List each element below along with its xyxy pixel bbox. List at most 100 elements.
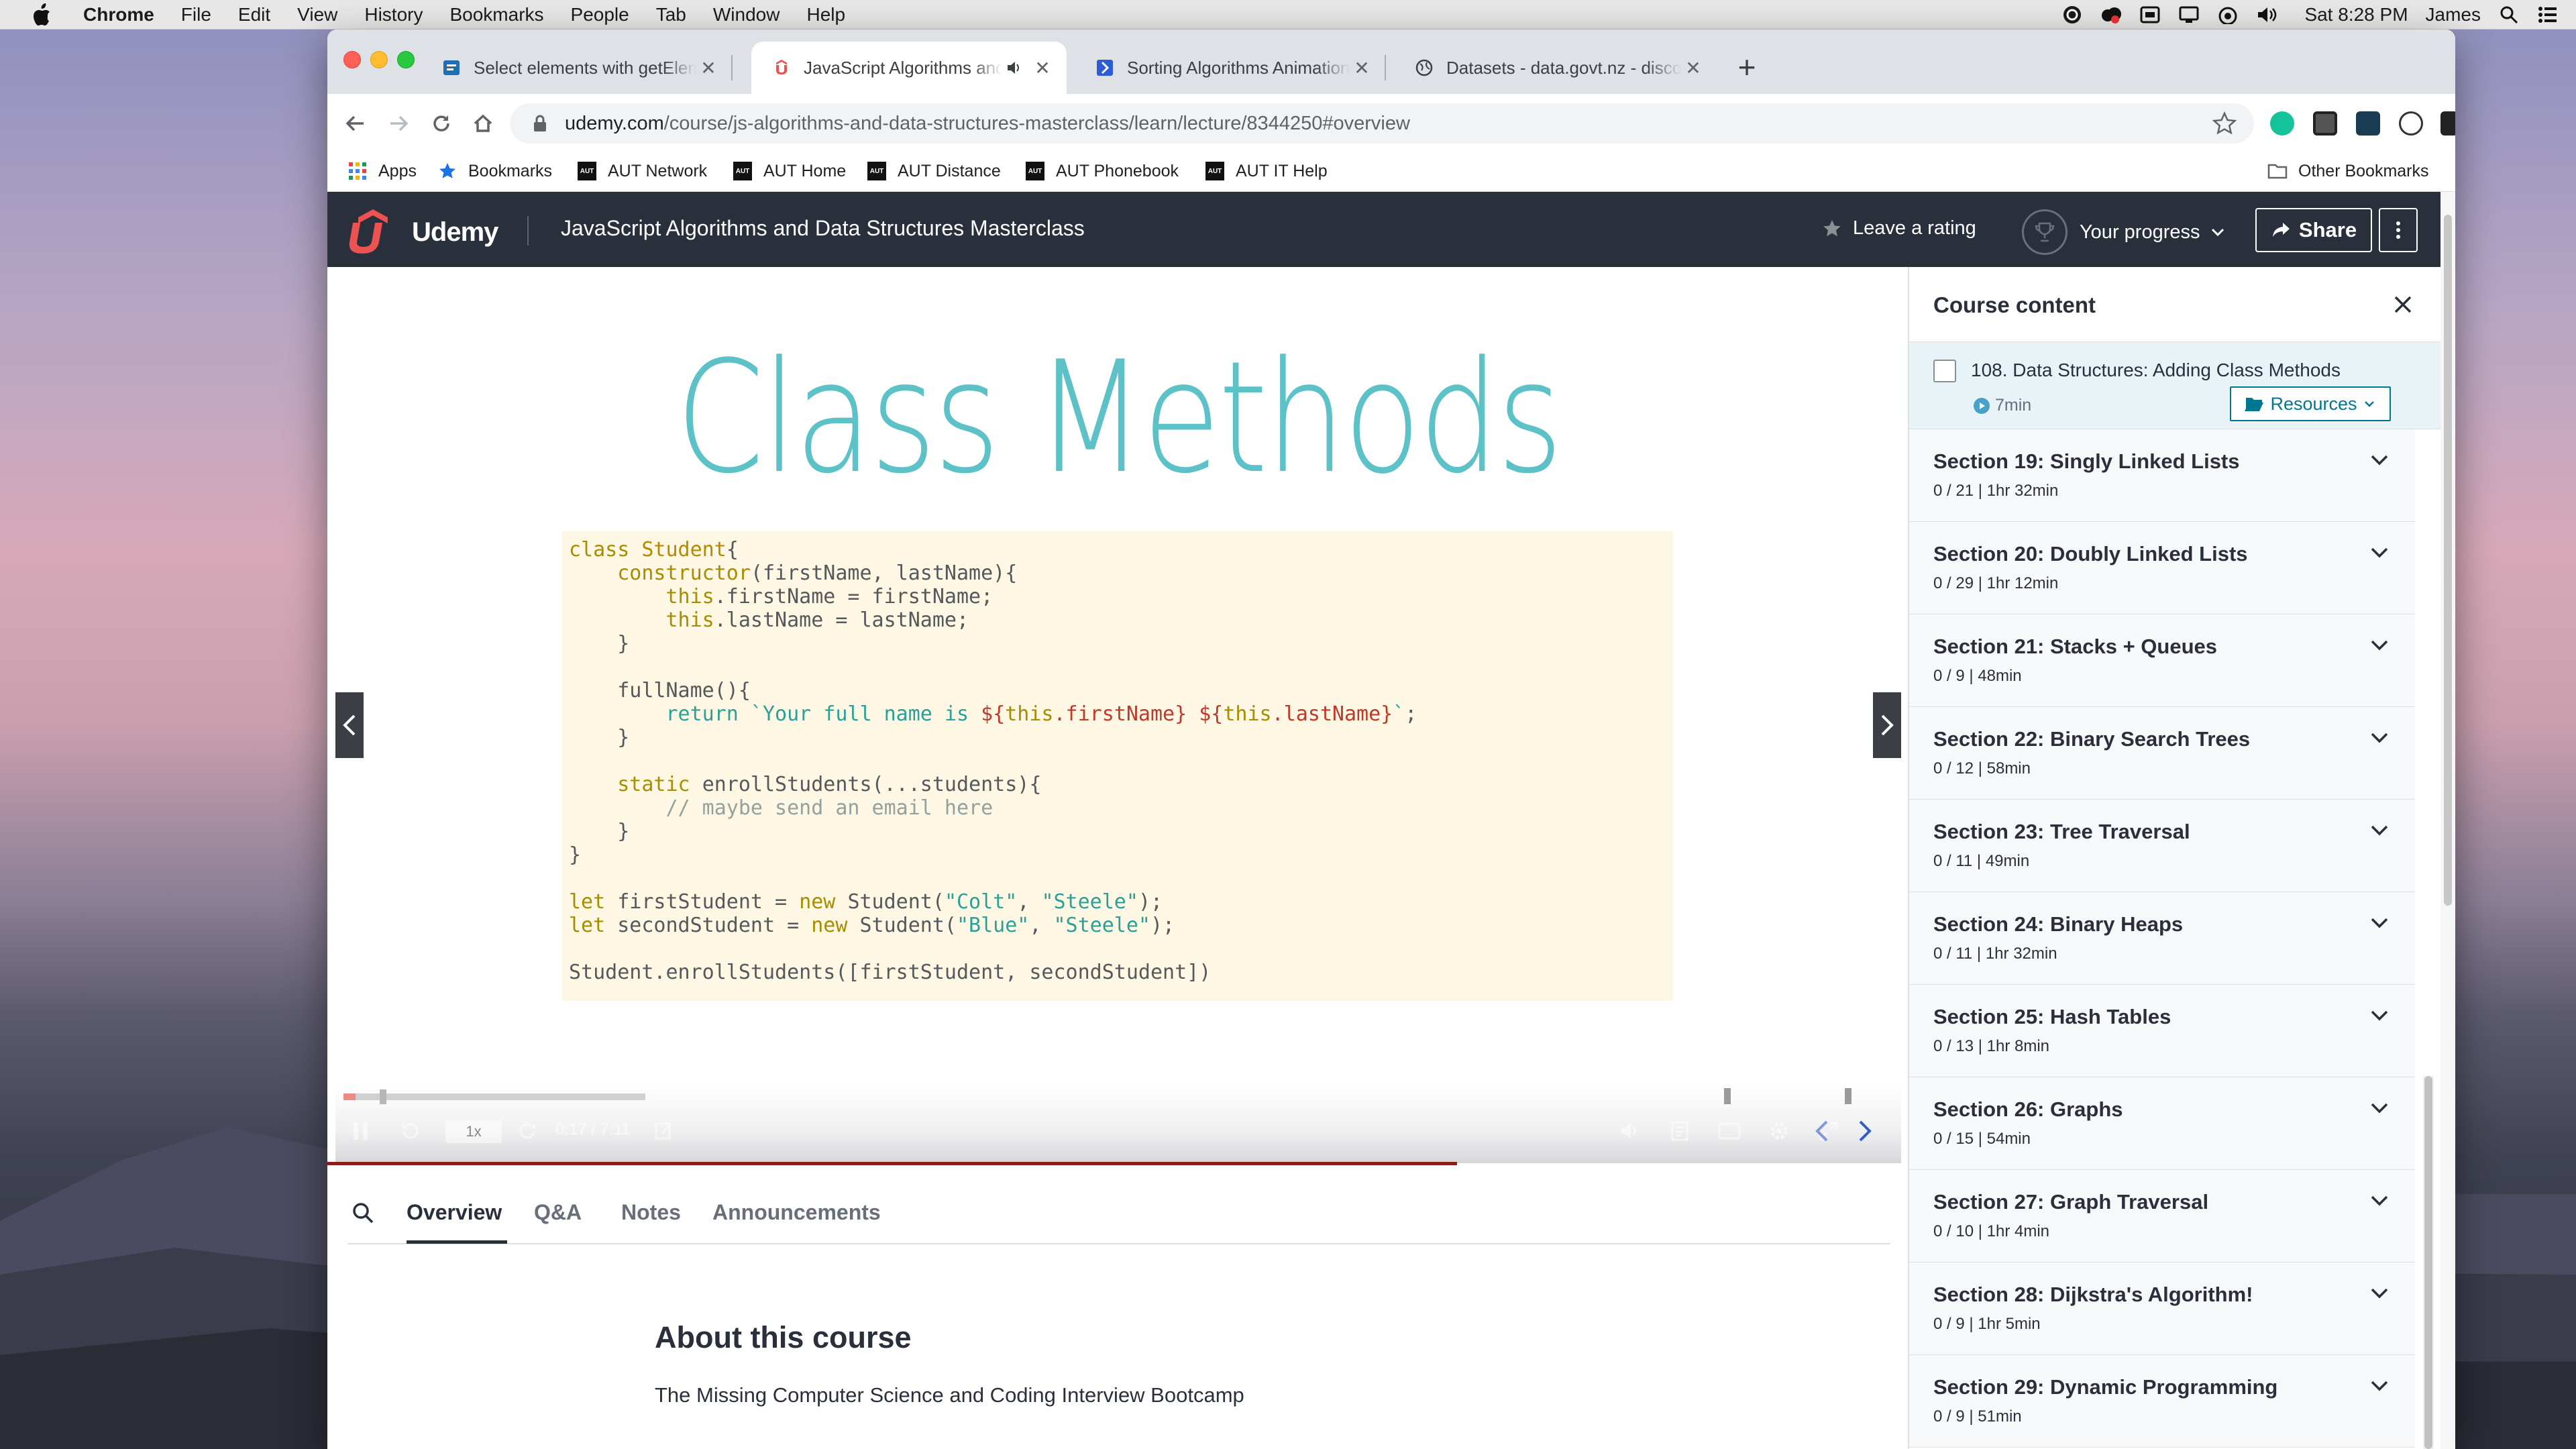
pause-icon[interactable] — [347, 1118, 374, 1144]
close-window-button[interactable] — [343, 51, 361, 68]
tab-notes[interactable]: Notes — [621, 1200, 681, 1225]
bookmark-marker[interactable] — [1724, 1088, 1731, 1104]
video-player[interactable]: Class Methods class Student{ constructor… — [335, 267, 1901, 1163]
menu-bookmarks[interactable]: Bookmarks — [449, 4, 543, 25]
creative-cloud-icon[interactable] — [2100, 4, 2122, 25]
volume-icon[interactable] — [1617, 1118, 1644, 1144]
wifi-icon[interactable] — [2217, 4, 2239, 25]
captions-icon[interactable] — [1716, 1118, 1743, 1144]
next-chevron-icon[interactable] — [1851, 1118, 1878, 1144]
lecture-complete-checkbox[interactable] — [1933, 360, 1956, 382]
current-lecture-item[interactable]: 108. Data Structures: Adding Class Metho… — [1909, 342, 2440, 429]
menu-app-name[interactable]: Chrome — [83, 4, 154, 25]
apps-shortcut[interactable]: Apps — [347, 161, 417, 181]
reload-icon[interactable] — [427, 109, 456, 138]
course-title[interactable]: JavaScript Algorithms and Data Structure… — [561, 216, 1085, 241]
forward-icon[interactable] — [514, 1118, 541, 1144]
section-item[interactable]: Section 26: Graphs 0 / 15 | 54min — [1909, 1077, 2415, 1170]
menu-file[interactable]: File — [181, 4, 211, 25]
bookmark-marker[interactable] — [1845, 1088, 1851, 1104]
grammarly-extension-icon[interactable] — [2270, 111, 2294, 136]
udemy-logo[interactable]: Udemy — [347, 208, 498, 256]
leave-rating-button[interactable]: Leave a rating — [1822, 217, 1976, 239]
bookmark-item[interactable]: AUT AUT IT Help — [1205, 161, 1328, 181]
browser-tab[interactable]: Select elements with getElementsByClassN… — [421, 42, 733, 94]
section-item[interactable]: Section 28: Dijkstra's Algorithm! 0 / 9 |… — [1909, 1263, 2415, 1355]
speaker-icon[interactable] — [1002, 56, 1026, 80]
screen-capture-icon[interactable] — [2139, 4, 2161, 25]
menu-edit[interactable]: Edit — [238, 4, 270, 25]
spotlight-search-icon[interactable] — [2498, 4, 2520, 25]
section-item[interactable]: Section 20: Doubly Linked Lists 0 / 29 | … — [1909, 522, 2415, 614]
chevron-down-icon[interactable] — [2368, 541, 2391, 564]
minimize-window-button[interactable] — [370, 51, 388, 68]
search-icon[interactable] — [352, 1201, 376, 1226]
seek-bar[interactable] — [343, 1089, 645, 1104]
menu-view[interactable]: View — [297, 4, 337, 25]
chevron-down-icon[interactable] — [2368, 1096, 2391, 1119]
section-item[interactable]: Section 25: Hash Tables 0 / 13 | 1hr 8min — [1909, 985, 2415, 1077]
close-tab-icon[interactable]: ✕ — [1030, 56, 1055, 80]
close-tab-icon[interactable]: ✕ — [1350, 56, 1374, 80]
bookmark-item[interactable]: AUT AUT Phonebook — [1025, 161, 1179, 181]
display-icon[interactable] — [2178, 4, 2200, 25]
home-icon[interactable] — [468, 109, 498, 138]
resources-dropdown[interactable]: Resources — [2230, 386, 2391, 421]
address-bar[interactable]: udemy.com/course/js-algorithms-and-data-… — [510, 103, 2254, 144]
settings-gear-icon[interactable] — [1766, 1118, 1792, 1144]
section-item[interactable]: Section 21: Stacks + Queues 0 / 9 | 48min — [1909, 614, 2415, 707]
notification-center-icon[interactable] — [2537, 4, 2559, 25]
bookmark-star-icon[interactable] — [2212, 111, 2237, 136]
browser-tab-active[interactable]: JavaScript Algorithms and Data Structure… — [751, 42, 1067, 94]
tab-overview[interactable]: Overview — [407, 1200, 502, 1225]
page-scrollbar[interactable] — [2444, 215, 2452, 906]
chevron-down-icon[interactable] — [2368, 1189, 2391, 1212]
volume-icon[interactable] — [2256, 4, 2277, 25]
close-tab-icon[interactable]: ✕ — [696, 56, 720, 80]
chevron-down-icon[interactable] — [2368, 1374, 2391, 1397]
chevron-down-icon[interactable] — [2368, 726, 2391, 749]
section-item[interactable]: Section 27: Graph Traversal 0 / 10 | 1hr … — [1909, 1170, 2415, 1263]
close-icon[interactable] — [2390, 291, 2416, 318]
browser-tab[interactable]: Datasets - data.govt.nz - discover and u… — [1394, 42, 1717, 94]
tab-qa[interactable]: Q&A — [534, 1200, 582, 1225]
other-bookmarks[interactable]: Other Bookmarks — [2267, 161, 2429, 181]
apple-icon[interactable] — [27, 0, 56, 30]
chevron-down-icon[interactable] — [2368, 818, 2391, 841]
forward-arrow-icon[interactable] — [384, 109, 413, 138]
bookmark-item[interactable]: Bookmarks — [437, 161, 552, 181]
bookmark-item[interactable]: AUT AUT Home — [733, 161, 846, 181]
chevron-down-icon[interactable] — [2368, 1281, 2391, 1304]
new-tab-button[interactable]: + — [1727, 47, 1767, 87]
menu-history[interactable]: History — [364, 4, 423, 25]
more-options-icon[interactable] — [2379, 208, 2418, 252]
chevron-down-icon[interactable] — [2368, 633, 2391, 656]
tab-announcements[interactable]: Announcements — [712, 1200, 881, 1225]
transcript-icon[interactable] — [1666, 1118, 1693, 1144]
sidebar-scrollbar[interactable] — [2424, 1076, 2432, 1449]
menubar-user[interactable]: James — [2426, 4, 2481, 25]
close-tab-icon[interactable]: ✕ — [1681, 56, 1705, 80]
zoom-window-button[interactable] — [397, 51, 415, 68]
menu-window[interactable]: Window — [713, 4, 780, 25]
section-item[interactable]: Section 19: Singly Linked Lists 0 / 21 | … — [1909, 429, 2415, 522]
your-progress-button[interactable]: Your progress — [2022, 209, 2226, 255]
back-arrow-icon[interactable] — [341, 109, 370, 138]
menubar-clock[interactable]: Sat 8:28 PM — [2304, 4, 2408, 25]
menu-tab[interactable]: Tab — [656, 4, 686, 25]
grammarly-status-icon[interactable] — [2061, 4, 2083, 25]
previous-lecture-arrow-icon[interactable] — [335, 692, 364, 758]
chevron-down-icon[interactable] — [2368, 1004, 2391, 1026]
extension-icon[interactable] — [2356, 111, 2380, 136]
previous-chevron-icon[interactable] — [1809, 1118, 1835, 1144]
browser-tab[interactable]: Sorting Algorithms Animations ✕ — [1075, 42, 1386, 94]
section-item[interactable]: Section 24: Binary Heaps 0 / 11 | 1hr 32m… — [1909, 892, 2415, 985]
next-lecture-arrow-icon[interactable] — [1873, 692, 1901, 758]
bookmark-item[interactable]: AUT AUT Network — [577, 161, 707, 181]
chevron-down-icon[interactable] — [2368, 911, 2391, 934]
menu-help[interactable]: Help — [806, 4, 845, 25]
share-button[interactable]: Share — [2255, 208, 2372, 252]
add-note-icon[interactable] — [651, 1118, 678, 1144]
seek-handle[interactable] — [380, 1089, 386, 1104]
extension-icon[interactable] — [2313, 111, 2337, 136]
